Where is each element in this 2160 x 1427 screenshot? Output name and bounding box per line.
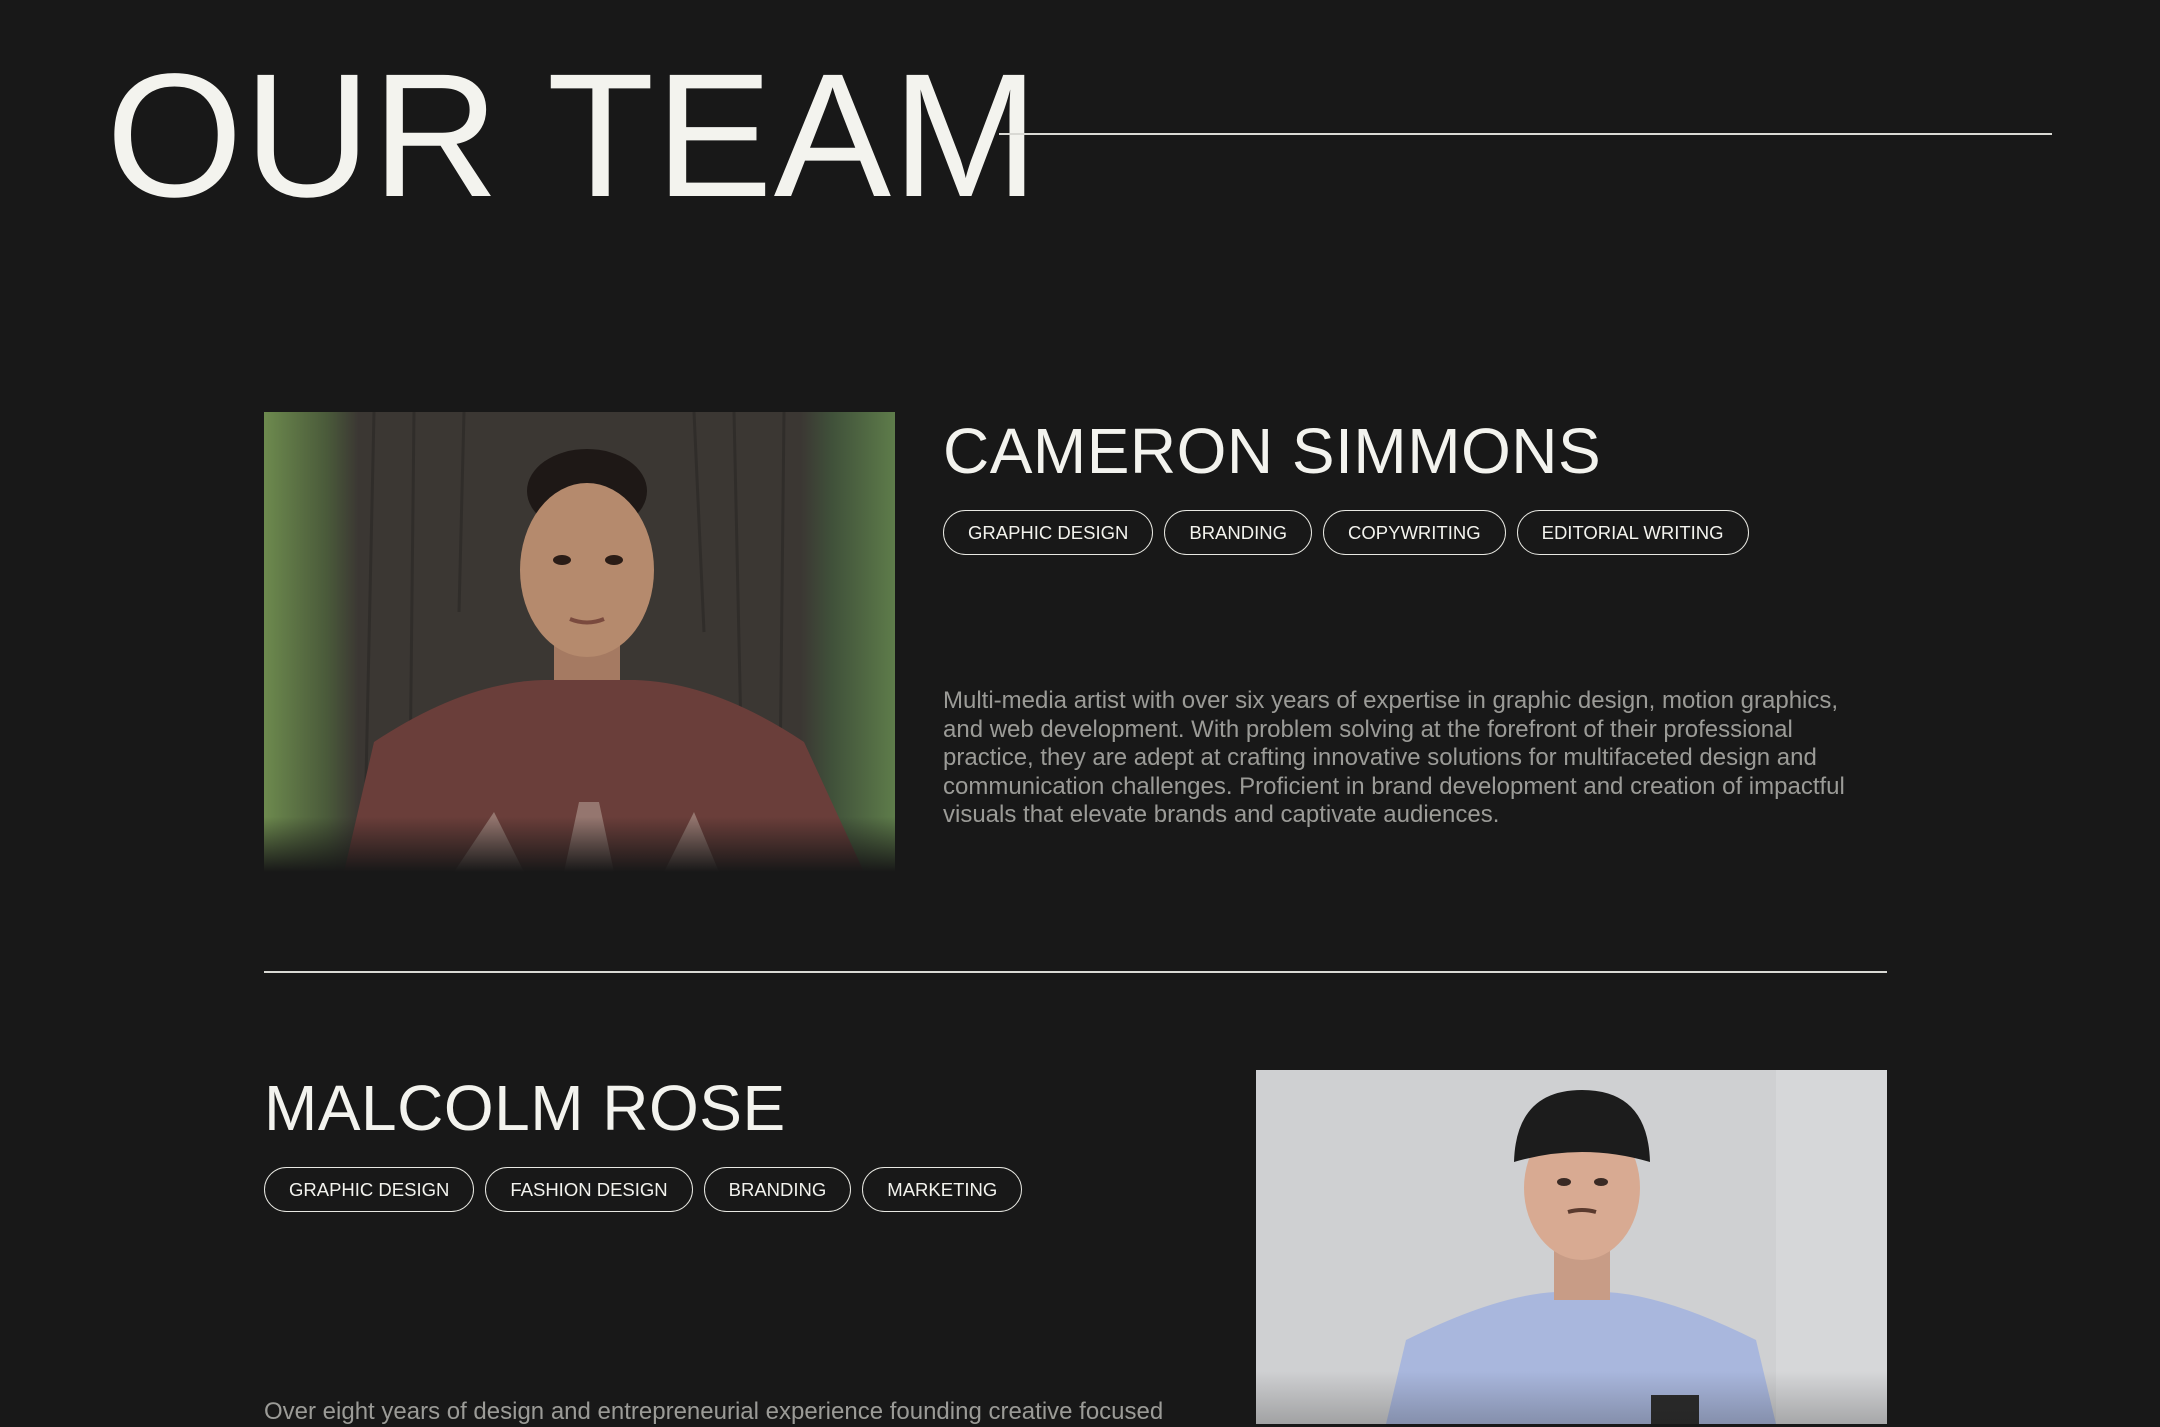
section-divider (264, 971, 1887, 973)
member-bio: Multi-media artist with over six years o… (943, 687, 1845, 829)
member-name: CAMERON SIMMONS (943, 415, 1602, 487)
skill-tag[interactable]: EDITORIAL WRITING (1516, 510, 1749, 555)
skill-tags: GRAPHIC DESIGN FASHION DESIGN BRANDING M… (264, 1167, 1023, 1212)
portrait-image (264, 412, 895, 872)
member-name: MALCOLM ROSE (264, 1072, 786, 1144)
skill-tag[interactable]: GRAPHIC DESIGN (264, 1167, 475, 1212)
portrait-image (1256, 1070, 1887, 1424)
skill-tag[interactable]: GRAPHIC DESIGN (943, 510, 1154, 555)
member-bio: Over eight years of design and entrepren… (264, 1398, 1164, 1425)
member-photo-cameron (264, 412, 895, 872)
member-photo-malcolm (1256, 1070, 1887, 1424)
skill-tag[interactable]: BRANDING (703, 1167, 852, 1212)
skill-tag[interactable]: MARKETING (862, 1167, 1023, 1212)
skill-tag[interactable]: FASHION DESIGN (485, 1167, 693, 1212)
page-title: OUR TEAM (106, 38, 1040, 234)
skill-tag[interactable]: BRANDING (1164, 510, 1313, 555)
header-divider (999, 133, 2052, 135)
skill-tag[interactable]: COPYWRITING (1323, 510, 1506, 555)
skill-tags: GRAPHIC DESIGN BRANDING COPYWRITING EDIT… (943, 510, 1749, 555)
